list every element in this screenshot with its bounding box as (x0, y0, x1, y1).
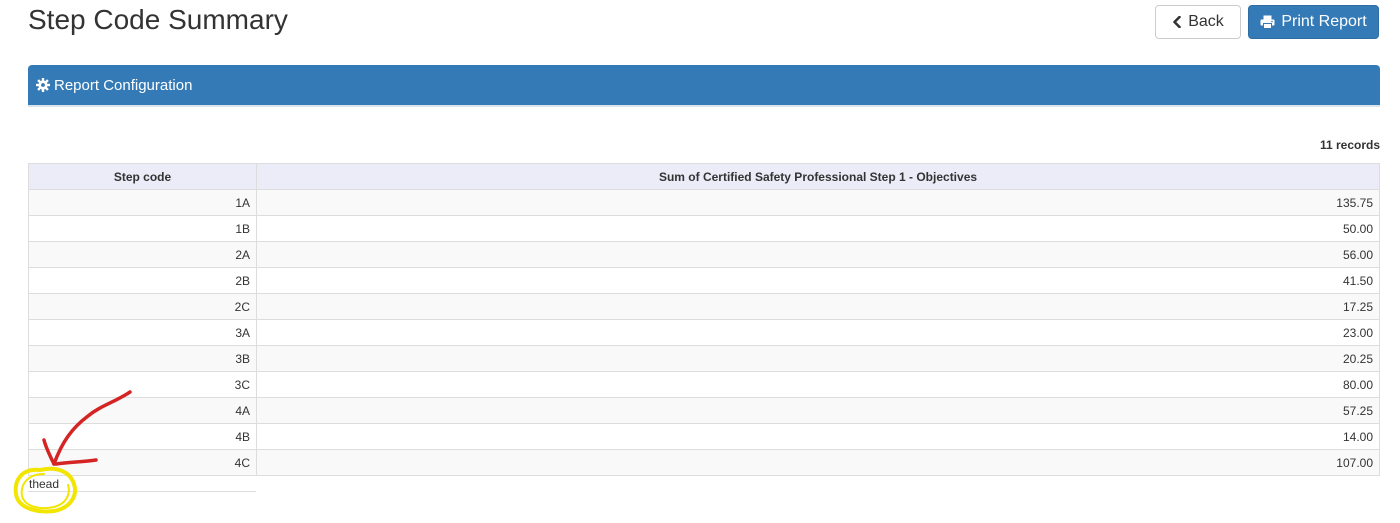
sum-cell: 135.75 (256, 189, 1380, 216)
gear-icon (36, 78, 50, 92)
table-row: 2A 56.00 (28, 241, 1380, 268)
sum-cell: 50.00 (256, 215, 1380, 242)
page: Step Code Summary Back Print Report Repo… (0, 0, 1400, 523)
step-code-cell: 4A (28, 397, 257, 424)
table-row: 3B 20.25 (28, 345, 1380, 372)
sum-cell: 57.25 (256, 397, 1380, 424)
sum-cell: 80.00 (256, 371, 1380, 398)
step-code-cell: 3C (28, 371, 257, 398)
step-code-cell: 1A (28, 189, 257, 216)
step-code-cell: 4C (28, 449, 257, 476)
table-row: 3A 23.00 (28, 319, 1380, 346)
table-row: 2B 41.50 (28, 267, 1380, 294)
sum-cell: 20.25 (256, 345, 1380, 372)
sum-cell: 56.00 (256, 241, 1380, 268)
back-button-label: Back (1188, 13, 1224, 30)
record-count: 11 records (1319, 138, 1380, 152)
table-row: 3C 80.00 (28, 371, 1380, 398)
print-report-label: Print Report (1281, 13, 1367, 30)
step-code-cell: 2C (28, 293, 257, 320)
step-code-cell: 3B (28, 345, 257, 372)
sum-cell: 41.50 (256, 267, 1380, 294)
table-head: Step code Sum of Certified Safety Profes… (28, 163, 1380, 190)
sum-cell: 14.00 (256, 423, 1380, 450)
table-row: 4B 14.00 (28, 423, 1380, 450)
sum-cell: 107.00 (256, 449, 1380, 476)
panel-title: Report Configuration (54, 76, 193, 94)
table-row: 4A 57.25 (28, 397, 1380, 424)
chevron-left-icon (1172, 16, 1182, 28)
step-code-cell: 1B (28, 215, 257, 242)
column-header-step-code[interactable]: Step code (28, 163, 257, 190)
step-code-cell: 2A (28, 241, 257, 268)
step-code-table: Step code Sum of Certified Safety Profes… (28, 163, 1380, 476)
table-row: 4C 107.00 (28, 449, 1380, 476)
table-row: 1A 135.75 (28, 189, 1380, 216)
page-title: Step Code Summary (28, 4, 288, 35)
printer-icon (1260, 15, 1275, 29)
table-row: 1B 50.00 (28, 215, 1380, 242)
step-code-cell: 3A (28, 319, 257, 346)
print-report-button[interactable]: Print Report (1248, 5, 1379, 39)
sum-cell: 17.25 (256, 293, 1380, 320)
back-button[interactable]: Back (1155, 5, 1241, 39)
annotation-label: thead (29, 477, 60, 491)
column-header-sum[interactable]: Sum of Certified Safety Professional Ste… (256, 163, 1380, 190)
table-row: 2C 17.25 (28, 293, 1380, 320)
sum-cell: 23.00 (256, 319, 1380, 346)
report-configuration-panel[interactable]: Report Configuration (28, 65, 1380, 107)
step-code-cell: 4B (28, 423, 257, 450)
annotation-underline (28, 491, 256, 492)
table-body: 1A 135.75 1B 50.00 2A 56.00 2B 41.50 2C … (28, 189, 1380, 476)
step-code-cell: 2B (28, 267, 257, 294)
